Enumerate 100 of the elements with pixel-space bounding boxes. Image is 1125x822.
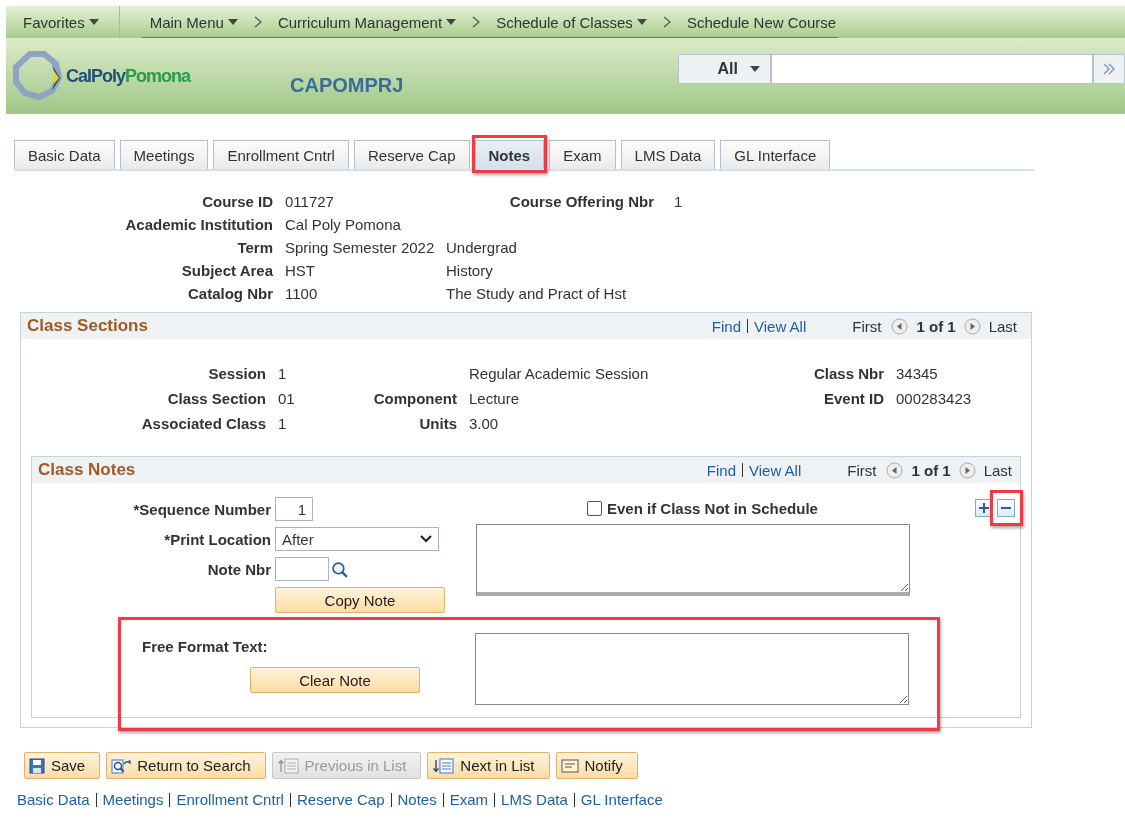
page-link[interactable]: Notes bbox=[397, 791, 437, 808]
field-value: 1 bbox=[673, 193, 684, 210]
tab[interactable]: Notes bbox=[474, 140, 545, 169]
list-up-arrow-icon bbox=[276, 757, 299, 774]
field-label: Class Nbr bbox=[812, 365, 884, 382]
field-description: History bbox=[445, 262, 494, 279]
field-label: Note Nbr bbox=[206, 560, 272, 578]
field-value: 1 bbox=[277, 415, 288, 432]
caret-icon bbox=[750, 66, 760, 72]
note-icon bbox=[560, 757, 579, 774]
find-link[interactable]: Find bbox=[711, 317, 741, 335]
chevron-right-icon bbox=[472, 16, 481, 28]
view-all-link[interactable]: View All bbox=[749, 461, 802, 479]
tab[interactable]: Enrollment Cntrl bbox=[213, 140, 349, 169]
page-link[interactable]: GL Interface bbox=[580, 791, 663, 808]
field-label: Class Section bbox=[166, 390, 266, 407]
action-button[interactable]: Notify bbox=[555, 752, 638, 779]
next-arrow-button[interactable] bbox=[963, 317, 981, 335]
chevron-down-icon bbox=[420, 535, 432, 543]
field-label: Academic Institution bbox=[124, 216, 273, 233]
tab[interactable]: GL Interface bbox=[720, 140, 831, 169]
field-label: Event ID bbox=[823, 390, 884, 407]
clear-note-button[interactable]: Clear Note bbox=[250, 667, 420, 693]
field-value: 3.00 bbox=[468, 415, 500, 432]
section-title: Class Sections bbox=[27, 316, 148, 336]
field-label: Catalog Nbr bbox=[187, 285, 273, 302]
field-value: Regular Academic Session bbox=[468, 365, 650, 382]
page-link[interactable]: Reserve Cap bbox=[296, 791, 385, 808]
field-value: 000283423 bbox=[895, 390, 973, 407]
field-value: Spring Semester 2022 bbox=[284, 239, 434, 256]
page-link[interactable]: Meetings bbox=[102, 791, 164, 808]
field-label: Free Format Text: bbox=[142, 638, 268, 655]
copy-note-button[interactable]: Copy Note bbox=[275, 587, 445, 613]
view-all-link[interactable]: View All bbox=[754, 317, 807, 335]
logo-text: CalPolyPomona bbox=[66, 65, 191, 87]
free-format-text-field[interactable] bbox=[475, 633, 909, 705]
field-description: The Study and Pract of Hst bbox=[445, 285, 628, 302]
page-link[interactable]: Exam bbox=[449, 791, 489, 808]
field-label: Units bbox=[418, 415, 457, 432]
tab[interactable]: Basic Data bbox=[14, 140, 115, 169]
remove-row-button[interactable] bbox=[997, 499, 1015, 517]
action-button[interactable]: Save bbox=[24, 752, 101, 779]
page-title: CAPOMPRJ bbox=[290, 73, 404, 97]
field-label: *Print Location bbox=[163, 530, 272, 548]
tab[interactable]: LMS Data bbox=[620, 140, 716, 169]
search-field[interactable] bbox=[771, 54, 1093, 84]
first-label: First bbox=[847, 461, 877, 479]
field-value: 1 bbox=[277, 365, 288, 382]
search-scope-dropdown[interactable]: All bbox=[678, 54, 771, 84]
field-label: *Sequence Number bbox=[132, 500, 272, 518]
action-button[interactable]: Next in List bbox=[427, 752, 550, 779]
field-value: Lecture bbox=[468, 390, 521, 407]
print-location-dropdown[interactable]: After bbox=[275, 527, 439, 551]
checkbox[interactable] bbox=[587, 501, 602, 516]
page-link[interactable]: Basic Data bbox=[17, 791, 90, 808]
field-value: 1100 bbox=[284, 285, 319, 302]
action-button[interactable]: Return to Search bbox=[106, 752, 266, 779]
record-count: 1 of 1 bbox=[916, 317, 956, 335]
field-label: Subject Area bbox=[180, 262, 273, 279]
last-label: Last bbox=[988, 317, 1017, 335]
field-label: Course Offering Nbr bbox=[508, 193, 654, 210]
breadcrumb-link[interactable]: Curriculum Management bbox=[277, 13, 457, 31]
field-description: Undergrad bbox=[445, 239, 518, 256]
plus-icon bbox=[979, 503, 989, 513]
checkbox-label: Even if Class Not in Schedule bbox=[607, 500, 818, 517]
note-text-field[interactable] bbox=[476, 524, 910, 596]
logo-ring-icon bbox=[12, 51, 64, 101]
breadcrumb-link[interactable]: Main Menu bbox=[149, 13, 238, 31]
next-arrow-button[interactable] bbox=[958, 461, 976, 479]
field-label: Associated Class bbox=[140, 415, 266, 432]
field-label: Term bbox=[236, 239, 273, 256]
field-value: HST bbox=[284, 262, 316, 279]
last-label: Last bbox=[983, 461, 1012, 479]
find-link[interactable]: Find bbox=[706, 461, 736, 479]
search-icon[interactable] bbox=[331, 560, 348, 578]
breadcrumb-link[interactable]: Schedule of Classes bbox=[496, 13, 647, 31]
chevron-right-icon bbox=[662, 16, 671, 28]
double-chevron-right-icon bbox=[1102, 62, 1116, 76]
sequence-number-field[interactable]: 1 bbox=[275, 497, 313, 521]
section-title: Class Notes bbox=[38, 460, 136, 480]
record-count: 1 of 1 bbox=[911, 461, 951, 479]
field-label: Course ID bbox=[201, 193, 273, 210]
list-down-arrow-icon bbox=[432, 757, 455, 774]
page-link[interactable]: Enrollment Cntrl bbox=[176, 791, 284, 808]
chevron-right-icon bbox=[253, 16, 262, 28]
field-label: Session bbox=[207, 365, 266, 382]
caret-icon bbox=[88, 19, 99, 25]
page-link[interactable]: LMS Data bbox=[501, 791, 568, 808]
previous-arrow-button[interactable] bbox=[886, 461, 904, 479]
tab[interactable]: Meetings bbox=[119, 140, 209, 169]
previous-arrow-button[interactable] bbox=[891, 317, 909, 335]
tab[interactable]: Reserve Cap bbox=[353, 140, 470, 169]
magnifier-document-icon bbox=[111, 757, 132, 774]
field-value: Cal Poly Pomona bbox=[284, 216, 402, 233]
field-value: 01 bbox=[277, 390, 296, 407]
breadcrumb-link[interactable]: Schedule New Course bbox=[686, 13, 837, 31]
tab[interactable]: Exam bbox=[549, 140, 616, 169]
field-label: Component bbox=[372, 390, 457, 407]
note-number-field[interactable] bbox=[275, 557, 329, 581]
field-value: 34345 bbox=[895, 365, 939, 382]
